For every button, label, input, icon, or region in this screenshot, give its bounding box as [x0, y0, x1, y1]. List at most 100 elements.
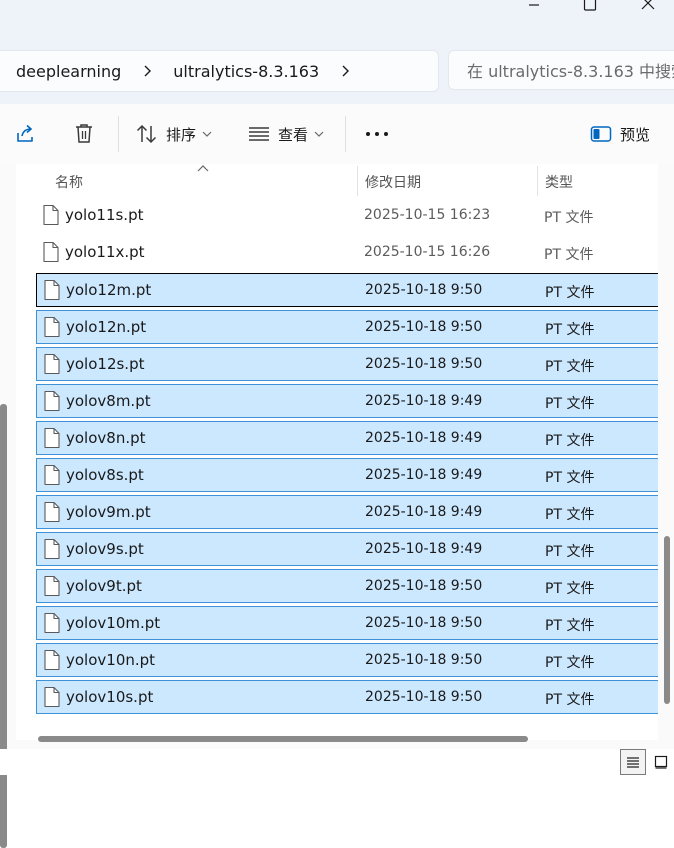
toolbar-separator [345, 116, 346, 152]
file-type: PT 文件 [545, 470, 595, 486]
file-row[interactable]: yolov9m.pt 2025-10-18 9:49 PT 文件 [36, 495, 658, 529]
column-header-row: 名称 修改日期 类型 [16, 164, 658, 196]
minimize-button[interactable] [514, 0, 554, 14]
file-row[interactable]: yolov8m.pt 2025-10-18 9:49 PT 文件 [36, 384, 658, 418]
file-row[interactable]: yolo11x.pt 2025-10-15 16:26 PT 文件 [36, 236, 658, 270]
file-row[interactable]: yolov9s.pt 2025-10-18 9:49 PT 文件 [36, 532, 658, 566]
toolbar-separator [118, 116, 119, 152]
column-divider[interactable] [537, 166, 538, 196]
sort-button[interactable]: 排序 [136, 104, 212, 164]
file-type: PT 文件 [545, 285, 595, 301]
file-row[interactable]: yolov9t.pt 2025-10-18 9:50 PT 文件 [36, 569, 658, 603]
file-name: yolo12s.pt [66, 355, 145, 373]
more-options-button[interactable] [365, 104, 389, 164]
share-button[interactable] [14, 104, 36, 164]
file-icon [44, 279, 60, 301]
file-icon [43, 204, 59, 226]
file-row[interactable]: yolo12s.pt 2025-10-18 9:50 PT 文件 [36, 347, 658, 381]
file-type: PT 文件 [545, 433, 595, 449]
file-list-pane: 名称 修改日期 类型 yolo11m-seg.pt2025-10-15 9:14… [0, 164, 674, 848]
status-bar [0, 749, 674, 775]
horizontal-scrollbar-thumb[interactable] [38, 736, 528, 742]
file-type: PT 文件 [545, 544, 595, 560]
file-row[interactable]: yolo12n.pt 2025-10-18 9:50 PT 文件 [36, 310, 658, 344]
delete-button[interactable] [74, 104, 94, 164]
file-type: PT 文件 [544, 247, 594, 263]
view-label: 查看 [278, 125, 309, 144]
file-list: 名称 修改日期 类型 yolo11m-seg.pt2025-10-15 9:14… [16, 164, 658, 740]
file-modified-date: 2025-10-18 9:49 [365, 504, 483, 520]
nav-pane-scrollbar[interactable] [0, 404, 7, 848]
file-name: yolov9s.pt [66, 540, 144, 558]
tiles-view-button[interactable] [648, 749, 674, 775]
file-name: yolo12n.pt [66, 318, 147, 336]
search-input[interactable]: 在 ultralytics-8.3.163 中搜索 [467, 58, 674, 82]
trash-icon [76, 124, 92, 143]
sort-label: 排序 [166, 125, 197, 144]
file-type: PT 文件 [545, 359, 595, 375]
breadcrumb-chevron-icon[interactable] [319, 64, 371, 78]
file-row[interactable]: yolov10m.pt 2025-10-18 9:50 PT 文件 [36, 606, 658, 640]
column-header-type[interactable]: 类型 [545, 172, 573, 192]
file-name: yolo11s.pt [65, 206, 144, 224]
file-modified-date: 2025-10-18 9:50 [365, 356, 483, 372]
file-row[interactable]: yolo11s.pt 2025-10-15 16:23 PT 文件 [36, 199, 658, 233]
file-modified-date: 2025-10-15 16:26 [364, 244, 491, 260]
file-row[interactable]: yolov8n.pt 2025-10-18 9:49 PT 文件 [36, 421, 658, 455]
more-icon [366, 132, 388, 136]
breadcrumb-item-deeplearning[interactable]: deeplearning [16, 62, 121, 81]
address-bar[interactable]: deeplearning ultralytics-8.3.163 [0, 50, 439, 92]
file-icon [44, 390, 60, 412]
title-bar [0, 0, 674, 38]
file-name: yolov8s.pt [66, 466, 144, 484]
file-type: PT 文件 [545, 322, 595, 338]
maximize-button[interactable] [570, 0, 610, 14]
minimize-icon [529, 4, 539, 6]
file-modified-date: 2025-10-18 9:49 [365, 430, 483, 446]
file-row[interactable]: yolov8s.pt 2025-10-18 9:49 PT 文件 [36, 458, 658, 492]
file-row[interactable]: yolov10s.pt 2025-10-18 9:50 PT 文件 [36, 680, 658, 714]
details-view-icon [627, 757, 639, 768]
file-icon [44, 464, 60, 486]
tiles-view-icon [654, 755, 668, 769]
file-name: yolov8n.pt [66, 429, 146, 447]
file-row[interactable]: yolov10n.pt 2025-10-18 9:50 PT 文件 [36, 643, 658, 677]
address-row: deeplearning ultralytics-8.3.163 在 ultra… [0, 38, 674, 104]
sort-ascending-icon [197, 165, 209, 172]
file-name: yolov10m.pt [66, 614, 161, 632]
close-button[interactable] [628, 0, 668, 14]
file-type: PT 文件 [545, 618, 595, 634]
file-name: yolov8m.pt [66, 392, 151, 410]
file-icon [44, 427, 60, 449]
column-divider[interactable] [357, 166, 358, 196]
breadcrumb-item-ultralytics[interactable]: ultralytics-8.3.163 [173, 62, 319, 81]
file-icon [43, 241, 59, 263]
details-view-button[interactable] [620, 749, 646, 775]
column-header-date[interactable]: 修改日期 [365, 172, 421, 192]
file-modified-date: 2025-10-18 9:50 [365, 689, 483, 705]
file-modified-date: 2025-10-18 9:50 [365, 652, 483, 668]
file-type: PT 文件 [545, 581, 595, 597]
file-modified-date: 2025-10-18 9:49 [365, 467, 483, 483]
file-row[interactable]: yolo12m.pt 2025-10-18 9:50 PT 文件 [36, 273, 658, 307]
file-name: yolov9t.pt [66, 577, 142, 595]
file-icon [44, 316, 60, 338]
maximize-icon [583, 0, 597, 11]
file-modified-date: 2025-10-18 9:50 [365, 282, 483, 298]
breadcrumb-chevron-icon[interactable] [121, 64, 173, 78]
file-icon [44, 686, 60, 708]
file-name: yolov9m.pt [66, 503, 151, 521]
search-box[interactable]: 在 ultralytics-8.3.163 中搜索 [448, 50, 674, 90]
preview-pane-button[interactable]: 预览 [590, 104, 650, 164]
column-header-name[interactable]: 名称 [55, 172, 83, 192]
file-icon [44, 575, 60, 597]
file-name: yolo12m.pt [66, 281, 152, 299]
command-bar: 排序 查看 预览 [0, 104, 674, 165]
file-icon [44, 612, 60, 634]
file-type: PT 文件 [545, 396, 595, 412]
view-button[interactable]: 查看 [248, 104, 324, 164]
file-icon [44, 649, 60, 671]
file-type: PT 文件 [544, 210, 594, 226]
vertical-scrollbar-thumb[interactable] [664, 536, 670, 704]
file-type: PT 文件 [545, 692, 595, 708]
